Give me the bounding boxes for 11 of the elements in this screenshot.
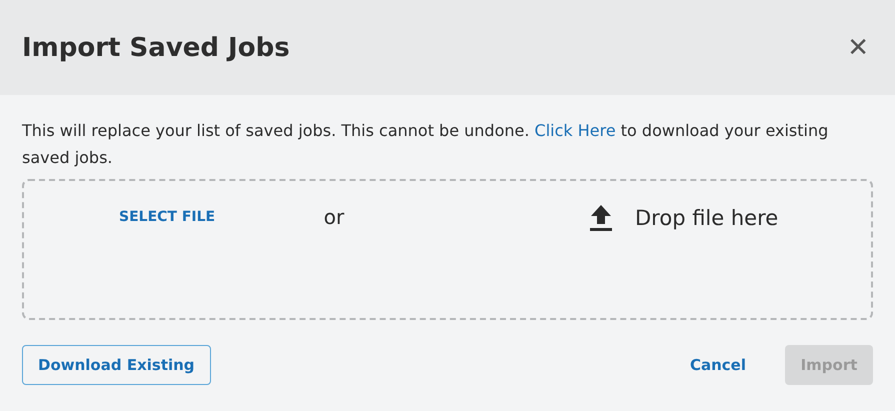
dialog-title: Import Saved Jobs <box>22 32 290 62</box>
close-button[interactable]: ✕ <box>843 32 873 62</box>
file-drop-zone[interactable]: SELECT FILE or Drop file here <box>22 179 873 320</box>
or-label: or <box>324 205 344 229</box>
click-here-link[interactable]: Click Here <box>534 121 616 140</box>
download-existing-button[interactable]: Download Existing <box>22 345 211 385</box>
drop-file-label: Drop file here <box>635 206 778 230</box>
upload-icon <box>589 205 613 231</box>
cancel-button[interactable]: Cancel <box>674 345 761 385</box>
warning-message: This will replace your list of saved jobs. This cannot be undone. Click Here to download your existing saved jobs. <box>22 120 830 169</box>
select-file-button[interactable]: SELECT FILE <box>119 205 216 229</box>
